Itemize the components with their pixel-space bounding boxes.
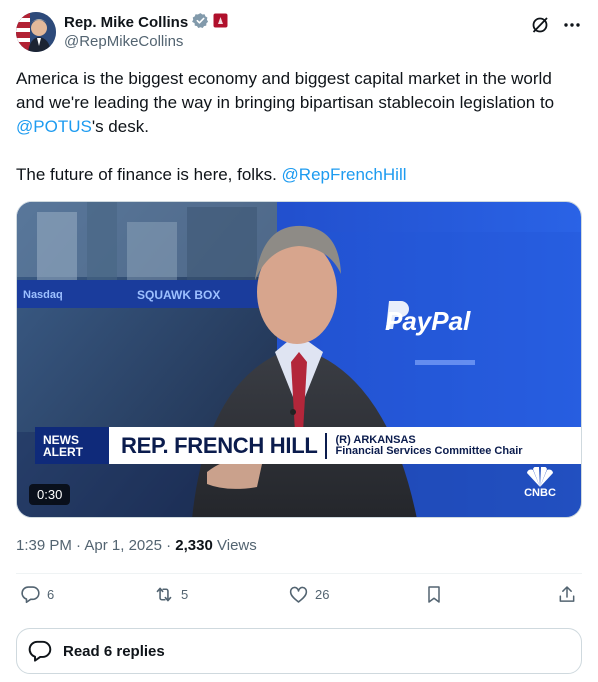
views-count: 2,330 — [175, 537, 213, 554]
verified-badge-icon — [192, 12, 209, 34]
divider — [16, 573, 582, 574]
author-display-name[interactable]: Rep. Mike Collins — [64, 14, 188, 31]
repost-icon — [156, 587, 172, 602]
repost-button[interactable]: 5 — [153, 584, 188, 605]
video-player[interactable]: Nasdaq SQUAWK BOX PayPal NEWS ALERT REP.… — [16, 201, 582, 518]
nasdaq-label: Nasdaq — [23, 289, 63, 301]
grok-icon[interactable] — [530, 15, 550, 40]
author-avatar[interactable] — [16, 12, 56, 52]
chyron-divider — [325, 432, 328, 459]
views-label: Views — [217, 537, 257, 554]
read-replies-button[interactable]: Read 6 replies — [16, 628, 582, 674]
like-count: 26 — [315, 587, 330, 602]
author-name-row: Rep. Mike Collins — [64, 12, 228, 34]
tweet-text-part: America is the biggest economy and bigge… — [16, 69, 555, 112]
more-options-icon[interactable] — [562, 15, 582, 40]
chyron-subtitle: (R) ARKANSAS Financial Services Committe… — [335, 434, 523, 457]
tweet-text: America is the biggest economy and bigge… — [16, 67, 582, 187]
news-chyron: NEWS ALERT REP. FRENCH HILL (R) ARKANSAS… — [35, 427, 581, 464]
tweet-paragraph-2: The future of finance is here, folks. @R… — [16, 163, 582, 187]
author-handle[interactable]: @RepMikeCollins — [64, 33, 183, 50]
share-button[interactable] — [557, 584, 577, 605]
header-actions — [530, 15, 582, 40]
bookmark-icon — [428, 586, 440, 603]
video-frame: Nasdaq SQUAWK BOX PayPal — [17, 202, 581, 517]
meta-separator: · — [166, 537, 176, 554]
reply-icon — [21, 586, 40, 604]
chyron-main: REP. FRENCH HILL (R) ARKANSAS Financial … — [109, 427, 581, 464]
reply-button[interactable]: 6 — [20, 584, 54, 605]
mention-potus-link[interactable]: @POTUS — [16, 117, 92, 136]
cnbc-logo: CNBC — [523, 467, 557, 499]
show-name-label: SQUAWK BOX — [137, 288, 220, 302]
repost-count: 5 — [181, 587, 189, 602]
mention-repfrenchhill-link[interactable]: @RepFrenchHill — [282, 165, 407, 184]
action-bar: 6 5 26 — [16, 584, 582, 610]
tweet-meta: 1:39 PM · Apr 1, 2025 · 2,330 Views — [16, 537, 257, 554]
news-alert-badge: NEWS ALERT — [35, 427, 109, 464]
heart-icon — [289, 586, 308, 603]
peacock-icon — [527, 467, 553, 487]
chyron-title: Financial Services Committee Chair — [335, 444, 523, 457]
chyron-name: REP. FRENCH HILL — [121, 432, 318, 458]
tweet-date[interactable]: Apr 1, 2025 — [84, 537, 162, 554]
speech-bubble-icon — [28, 640, 52, 662]
like-button[interactable]: 26 — [288, 584, 329, 605]
reply-count: 6 — [47, 587, 55, 602]
tweet-text-part: 's desk. — [91, 117, 149, 136]
tweet-text-part: The future of finance is here, folks. — [16, 165, 282, 184]
bookmark-button[interactable] — [424, 584, 444, 605]
tweet-paragraph-1: America is the biggest economy and bigge… — [16, 67, 582, 139]
video-duration-badge: 0:30 — [29, 484, 71, 505]
news-alert-line2: ALERT — [43, 444, 83, 459]
tweet-time[interactable]: 1:39 PM — [16, 537, 72, 554]
affiliate-badge-icon — [213, 13, 228, 33]
read-replies-label: Read 6 replies — [63, 642, 165, 660]
cnbc-label: CNBC — [524, 487, 556, 499]
share-icon — [559, 586, 575, 602]
news-alert-line1: NEWS — [43, 432, 79, 447]
tweet-header: Rep. Mike Collins @RepMikeCollins — [16, 12, 582, 54]
